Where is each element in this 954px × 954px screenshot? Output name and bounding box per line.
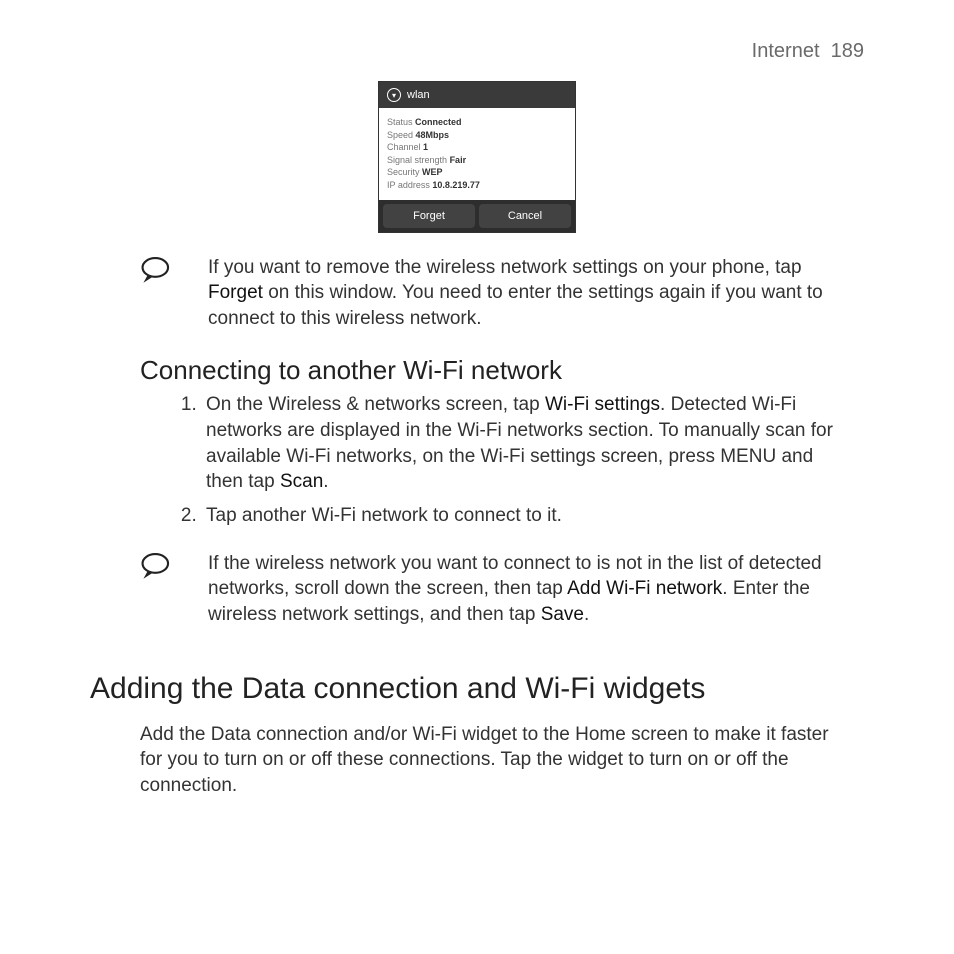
forget-button[interactable]: Forget (383, 204, 475, 228)
heading-adding-widgets: Adding the Data connection and Wi-Fi wid… (90, 672, 864, 706)
note-text: If you want to remove the wireless netwo… (208, 255, 844, 332)
wlan-dialog-title: wlan (407, 89, 430, 101)
steps-list: On the Wireless & networks screen, tap W… (90, 392, 844, 528)
note-icon (140, 255, 174, 290)
wlan-dialog-body: Status Connected Speed 48Mbps Channel 1 … (379, 108, 575, 200)
step-2: Tap another Wi-Fi network to connect to … (202, 503, 844, 529)
page-header: Internet 189 (90, 40, 864, 63)
wlan-dialog-titlebar: ▾ wlan (379, 82, 575, 108)
note-icon (140, 551, 174, 586)
wifi-connected-icon: ▾ (387, 88, 401, 102)
wlan-dialog-screenshot: ▾ wlan Status Connected Speed 48Mbps Cha… (378, 81, 576, 233)
step-1: On the Wireless & networks screen, tap W… (202, 392, 844, 495)
wlan-dialog-buttons: Forget Cancel (379, 200, 575, 232)
body-adding-widgets: Add the Data connection and/or Wi-Fi wid… (140, 722, 844, 799)
note-text: If the wireless network you want to conn… (208, 551, 844, 628)
note-add-wifi: If the wireless network you want to conn… (140, 551, 844, 628)
section-name: Internet (752, 40, 820, 62)
heading-connecting-another-wifi: Connecting to another Wi-Fi network (140, 355, 864, 386)
page-number: 189 (831, 40, 864, 62)
note-forget: If you want to remove the wireless netwo… (140, 255, 844, 332)
cancel-button[interactable]: Cancel (479, 204, 571, 228)
